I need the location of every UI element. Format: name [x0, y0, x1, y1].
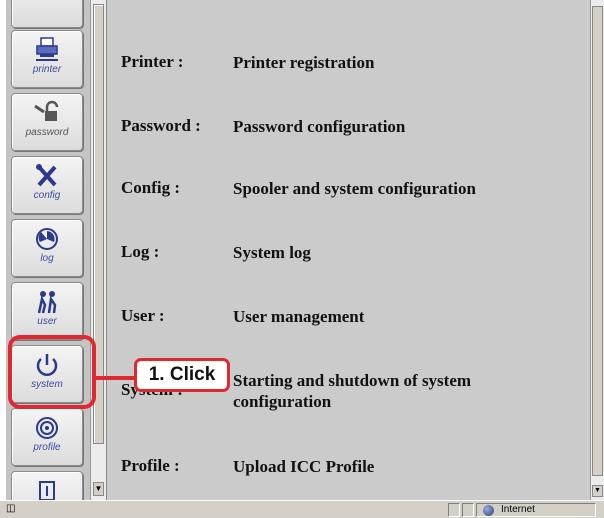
content-scrollbar[interactable]: ▼: [590, 0, 604, 500]
menu-key: User :: [121, 306, 165, 325]
users-icon: [37, 291, 57, 314]
toolbar-button-bottom-partial[interactable]: [11, 471, 83, 500]
menu-desc: Spooler and system configuration: [233, 179, 476, 198]
profile-button[interactable]: profile: [11, 408, 83, 466]
page-icon: ◫: [6, 503, 16, 514]
profile-button-label: profile: [33, 442, 61, 453]
menu-key: Log :: [121, 242, 160, 261]
content-scrollbar-thumb[interactable]: [592, 6, 603, 476]
content-frame: Printer : Printer registration Password …: [106, 0, 590, 500]
toolbar-scrollbar[interactable]: ▼: [90, 0, 106, 500]
toolbar-scroll-down-arrow[interactable]: ▼: [93, 482, 104, 496]
highlight-ring: [8, 335, 96, 409]
callout-leader-line: [94, 376, 138, 380]
menu-desc: Password configuration: [233, 117, 406, 136]
menu-key: Config :: [121, 178, 181, 197]
menu-desc: Printer registration: [233, 53, 375, 72]
status-cell: [448, 503, 460, 517]
callout-label: 1. Click: [134, 358, 230, 392]
log-icon: [36, 228, 58, 250]
tools-icon: [36, 164, 57, 187]
menu-key: Password :: [121, 116, 201, 135]
printer-icon: [36, 37, 58, 61]
log-button[interactable]: log: [11, 219, 83, 277]
menu-key: Printer :: [121, 52, 184, 71]
key-icon: [34, 100, 59, 121]
security-zone: Internet: [476, 503, 596, 517]
menu-desc: System log: [233, 243, 311, 262]
content-scroll-down-arrow[interactable]: ▼: [592, 485, 603, 497]
security-zone-label: Internet: [501, 504, 535, 515]
menu-key: Profile :: [121, 456, 180, 475]
user-button-label: user: [37, 316, 57, 327]
config-button-label: config: [33, 190, 61, 201]
menu-desc: Upload ICC Profile: [233, 457, 375, 476]
user-button[interactable]: user: [11, 282, 83, 340]
password-button-label: password: [25, 127, 69, 138]
printer-button[interactable]: printer: [11, 30, 83, 88]
browser-window: printer password config log user system …: [0, 0, 604, 518]
menu-desc: Starting and shutdown of system configur…: [233, 371, 472, 411]
toolbar-frame: printer password config log user system …: [6, 0, 90, 500]
status-cell: [462, 503, 474, 517]
menu-desc: User management: [233, 307, 365, 326]
upload-icon: [39, 481, 55, 500]
config-button[interactable]: config: [11, 156, 83, 214]
printer-button-label: printer: [32, 64, 62, 75]
password-button[interactable]: password: [11, 93, 83, 151]
status-bar: ◫ Internet: [0, 500, 604, 518]
target-icon: [36, 417, 58, 439]
log-button-label: log: [40, 253, 54, 264]
toolbar-button-top-partial[interactable]: [11, 0, 83, 28]
globe-icon: [483, 505, 494, 516]
